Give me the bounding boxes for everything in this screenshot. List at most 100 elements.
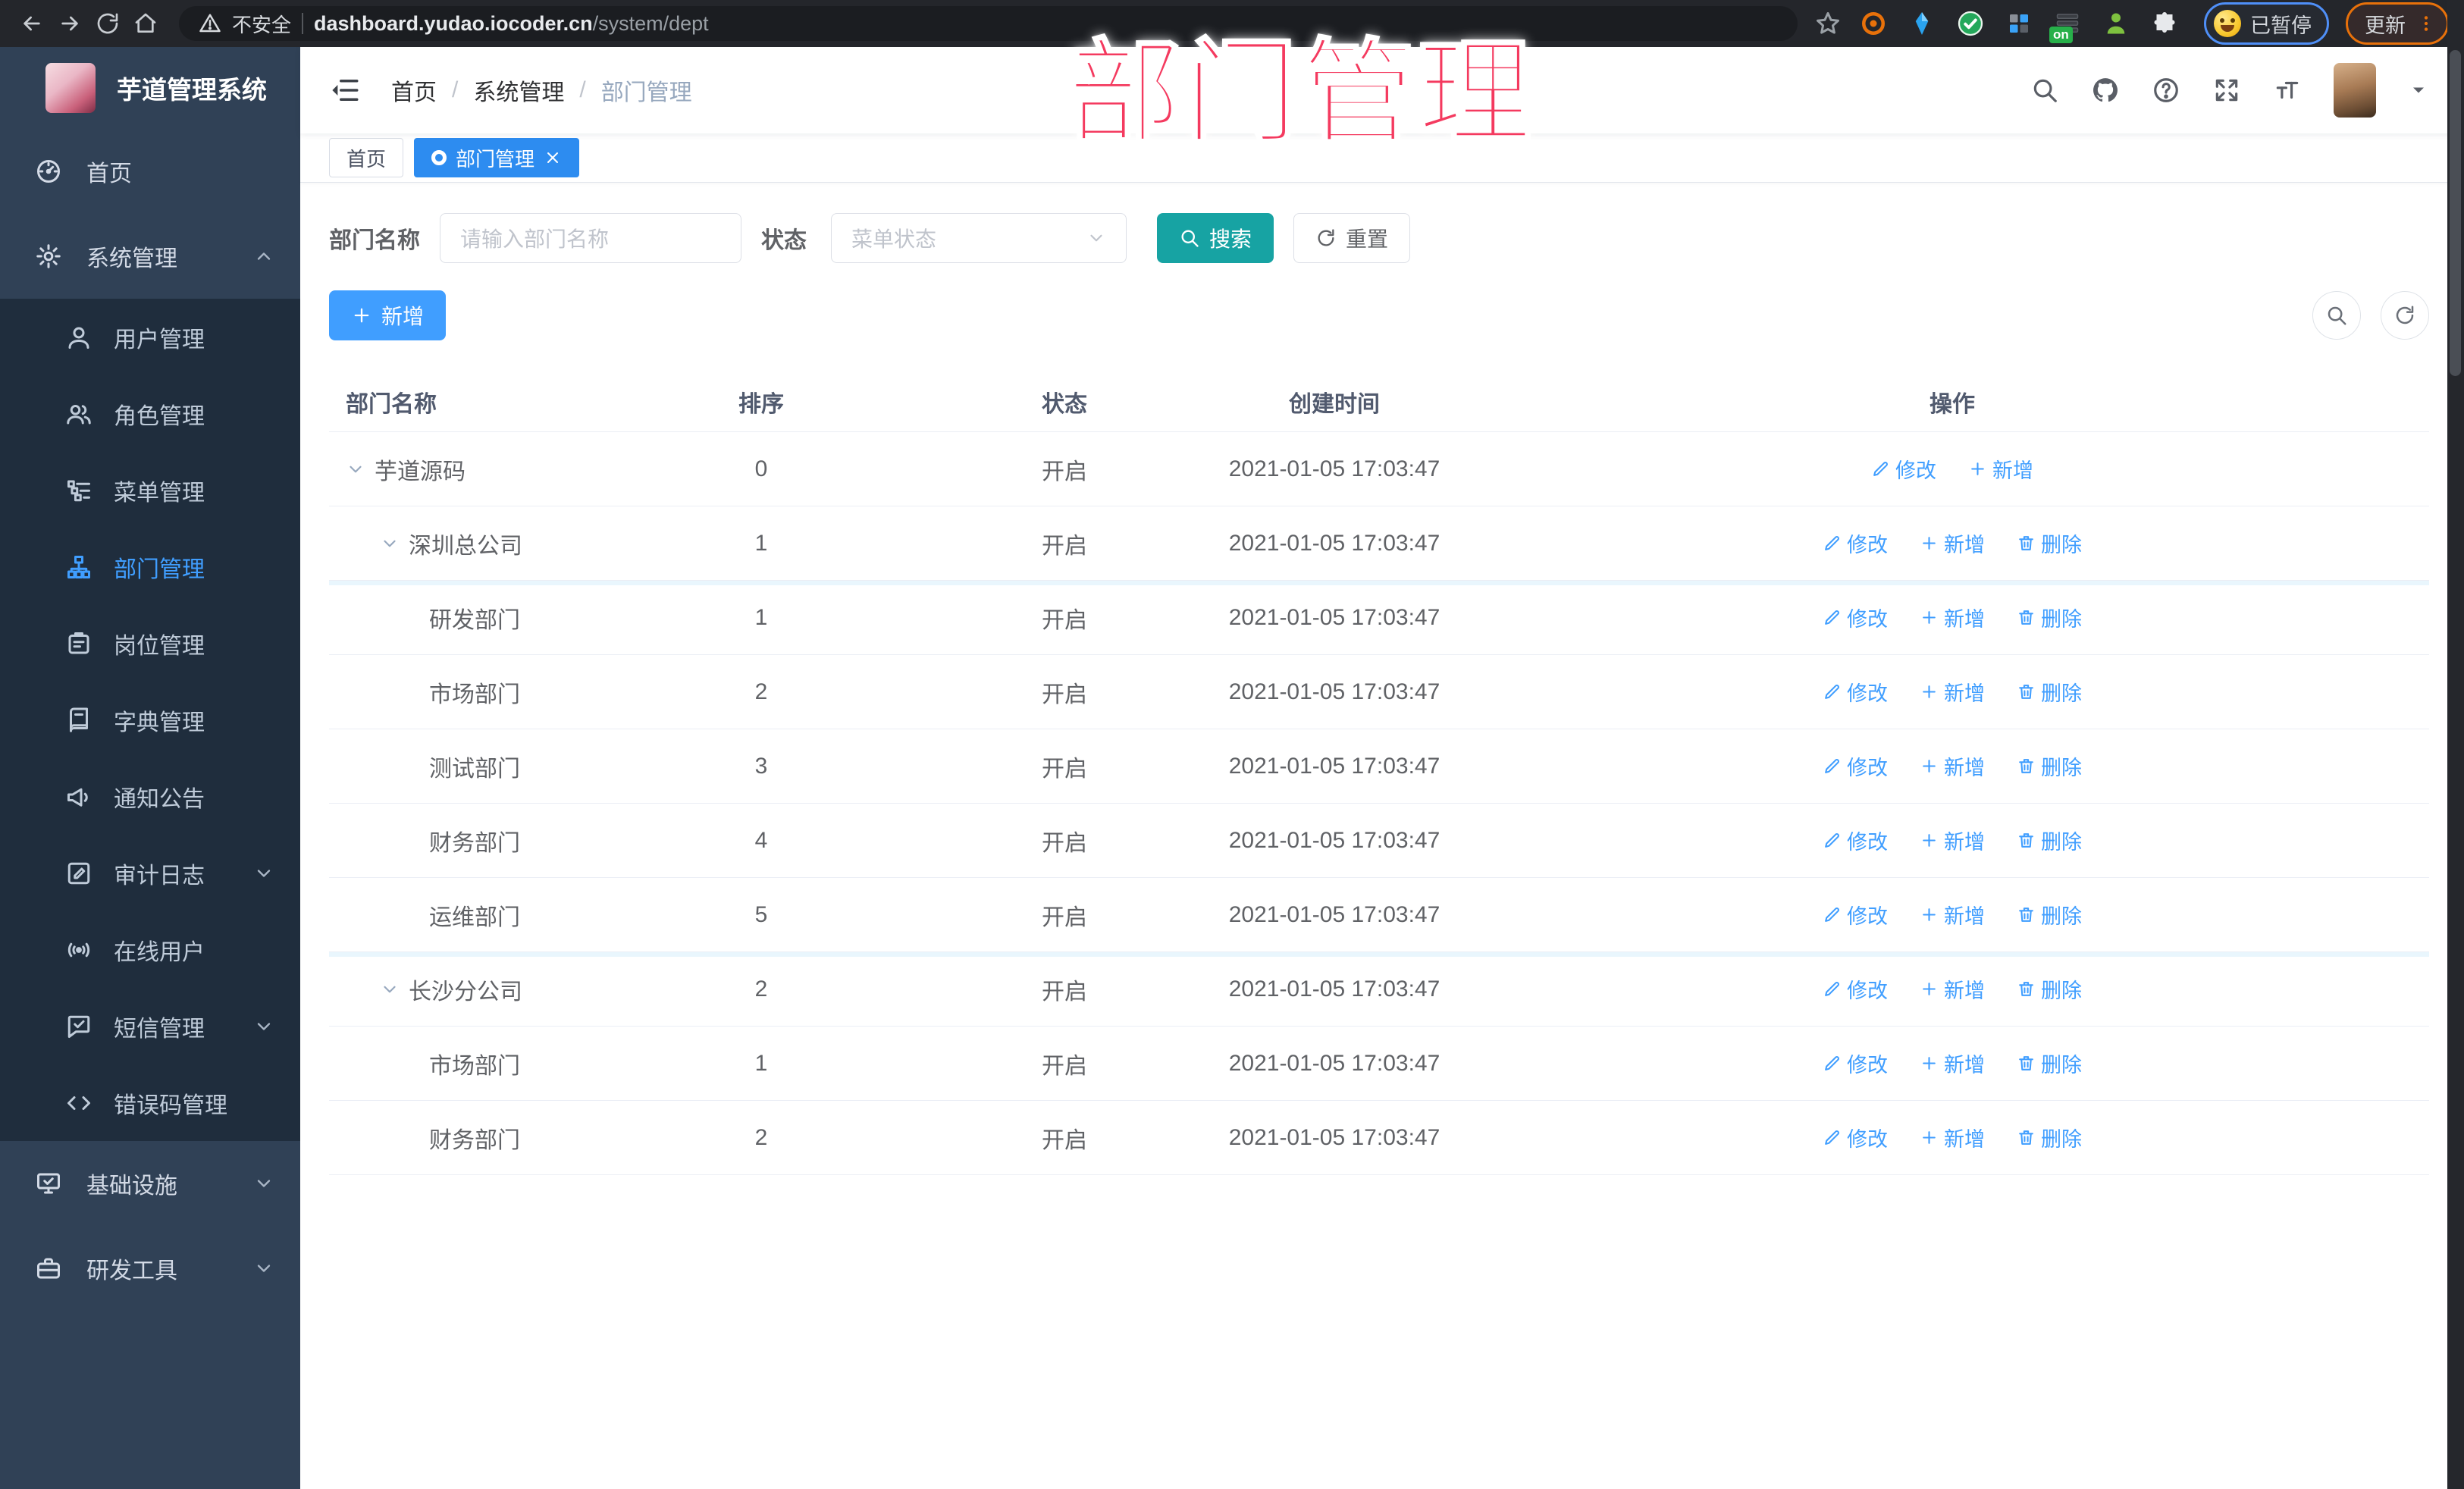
row-action-add[interactable]: 新增	[1920, 528, 1985, 558]
extension-target-icon[interactable]	[1860, 10, 1887, 37]
row-action-edit[interactable]: 修改	[1823, 900, 1888, 929]
breadcrumb-item[interactable]: 系统管理	[473, 74, 564, 107]
row-action-delete[interactable]: 删除	[2017, 974, 2082, 1004]
font-size-icon[interactable]	[2273, 76, 2302, 105]
browser-menu-icon[interactable]	[2416, 14, 2436, 33]
breadcrumb-item[interactable]: 首页	[391, 74, 437, 107]
row-action-add[interactable]: 新增	[1920, 751, 1985, 781]
dept-name-input[interactable]: 请输入部门名称	[440, 213, 741, 263]
back-icon[interactable]	[15, 7, 49, 40]
row-action-edit[interactable]: 修改	[1823, 826, 1888, 855]
page-scrollbar[interactable]	[2447, 0, 2464, 1489]
row-action-edit[interactable]: 修改	[1823, 1049, 1888, 1078]
sidebar-item-menu[interactable]: 菜单管理	[0, 452, 300, 528]
row-action-edit[interactable]: 修改	[1823, 974, 1888, 1004]
extension-switch-icon[interactable]: on	[2049, 10, 2081, 43]
sidebar-logo-row[interactable]: 芋道管理系统	[0, 47, 300, 129]
row-action-delete[interactable]: 删除	[2017, 528, 2082, 558]
expand-chevron-icon[interactable]	[380, 980, 400, 999]
extension-kite-icon[interactable]	[1908, 10, 1936, 37]
row-action-delete[interactable]: 删除	[2017, 900, 2082, 929]
tab-close-icon[interactable]	[544, 149, 562, 167]
fullscreen-icon[interactable]	[2212, 76, 2241, 105]
tab-dept[interactable]: 部门管理	[414, 138, 580, 177]
extensions-puzzle-icon[interactable]	[2151, 10, 2178, 37]
reset-button[interactable]: 重置	[1293, 213, 1411, 263]
row-action-add[interactable]: 新增	[1920, 900, 1985, 929]
toggle-search-button[interactable]	[2312, 291, 2361, 340]
reload-icon[interactable]	[91, 7, 124, 40]
sidebar-item-audit[interactable]: 审计日志	[0, 835, 300, 911]
sidebar-item-role[interactable]: 角色管理	[0, 375, 300, 452]
forward-icon[interactable]	[53, 7, 86, 40]
extension-grid-icon[interactable]	[2005, 10, 2033, 37]
row-actions: 修改 新增	[1475, 454, 2429, 484]
expand-chevron-icon[interactable]	[346, 459, 365, 479]
home-icon[interactable]	[129, 7, 162, 40]
row-actions: 修改 新增 删除	[1475, 900, 2429, 929]
bookmark-star-icon[interactable]	[1814, 10, 1842, 37]
extension-check-icon[interactable]	[1957, 10, 1984, 37]
sidebar-item-post[interactable]: 岗位管理	[0, 605, 300, 682]
row-action-edit[interactable]: 修改	[1871, 454, 1936, 484]
sidebar-item-dict[interactable]: 字典管理	[0, 682, 300, 758]
row-action-delete[interactable]: 删除	[2017, 1123, 2082, 1152]
profile-paused-badge[interactable]: 已暂停	[2204, 2, 2329, 45]
sidebar-item-sms[interactable]: 短信管理	[0, 988, 300, 1064]
row-action-delete[interactable]: 删除	[2017, 677, 2082, 707]
row-action-edit[interactable]: 修改	[1823, 751, 1888, 781]
search-button[interactable]: 搜索	[1157, 213, 1274, 263]
action-label: 删除	[2041, 682, 2082, 705]
header-search-icon[interactable]	[2030, 76, 2059, 105]
col-header-3: 创建时间	[1289, 392, 1380, 417]
sidebar-item-devtool[interactable]: 研发工具	[0, 1226, 300, 1311]
trash-icon	[2017, 757, 2036, 776]
row-action-add[interactable]: 新增	[1920, 1123, 1985, 1152]
url-bar[interactable]: 不安全 dashboard.yudao.iocoder.cn/system/de…	[179, 6, 1798, 41]
github-icon[interactable]	[2091, 76, 2120, 105]
row-action-edit[interactable]: 修改	[1823, 603, 1888, 632]
sidebar-item-dept[interactable]: 部门管理	[0, 528, 300, 605]
sidebar-item-notice[interactable]: 通知公告	[0, 758, 300, 835]
row-action-add[interactable]: 新增	[1968, 454, 2033, 484]
row-action-add[interactable]: 新增	[1920, 677, 1985, 707]
extension-person-icon[interactable]	[2102, 10, 2130, 37]
chevron-up-icon	[253, 246, 274, 267]
pencil-icon	[1823, 1128, 1842, 1147]
sidebar-item-errcode[interactable]: 错误码管理	[0, 1064, 300, 1141]
row-action-edit[interactable]: 修改	[1823, 1123, 1888, 1152]
action-label: 删除	[2041, 1128, 2082, 1151]
row-action-delete[interactable]: 删除	[2017, 603, 2082, 632]
refresh-table-button[interactable]	[2381, 291, 2429, 340]
sidebar-item-user[interactable]: 用户管理	[0, 299, 300, 375]
row-action-edit[interactable]: 修改	[1823, 677, 1888, 707]
tab-home[interactable]: 首页	[329, 138, 404, 177]
chevron-down-icon	[253, 863, 274, 884]
row-action-edit[interactable]: 修改	[1823, 528, 1888, 558]
row-action-add[interactable]: 新增	[1920, 826, 1985, 855]
user-avatar[interactable]	[2334, 63, 2376, 118]
row-action-add[interactable]: 新增	[1920, 603, 1985, 632]
sidebar-item-system[interactable]: 系统管理	[0, 214, 300, 299]
sidebar-collapse-icon[interactable]	[329, 74, 361, 106]
row-action-add[interactable]: 新增	[1920, 974, 1985, 1004]
col-header-1: 排序	[738, 392, 784, 417]
row-action-delete[interactable]: 删除	[2017, 1049, 2082, 1078]
row-action-delete[interactable]: 删除	[2017, 826, 2082, 855]
help-icon[interactable]	[2152, 76, 2180, 105]
expand-chevron-icon[interactable]	[380, 534, 400, 553]
row-action-delete[interactable]: 删除	[2017, 751, 2082, 781]
editlog-icon	[65, 860, 92, 887]
sidebar-item-home[interactable]: 首页	[0, 129, 300, 214]
sidebar-item-online[interactable]: 在线用户	[0, 911, 300, 988]
scrollbar-thumb[interactable]	[2450, 50, 2461, 376]
action-label: 新增	[1944, 608, 1985, 631]
sidebar-item-infra[interactable]: 基础设施	[0, 1141, 300, 1226]
main-panel: 首页 / 系统管理 / 部门管理 首页 部门管理 部门名称 请输入部门名称 状态 菜单状态	[300, 47, 2464, 1489]
user-menu-caret-icon[interactable]	[2408, 80, 2429, 101]
browser-update-button[interactable]: 更新	[2346, 2, 2449, 45]
status-select[interactable]: 菜单状态	[831, 213, 1127, 263]
sidebar-nav: 首页 系统管理 用户管理 角色管理 菜单管理 部门管理 岗位管理 字典管理 通知公告 审计日志 在线…	[0, 129, 300, 1311]
row-action-add[interactable]: 新增	[1920, 1049, 1985, 1078]
add-button[interactable]: 新增	[329, 290, 447, 340]
